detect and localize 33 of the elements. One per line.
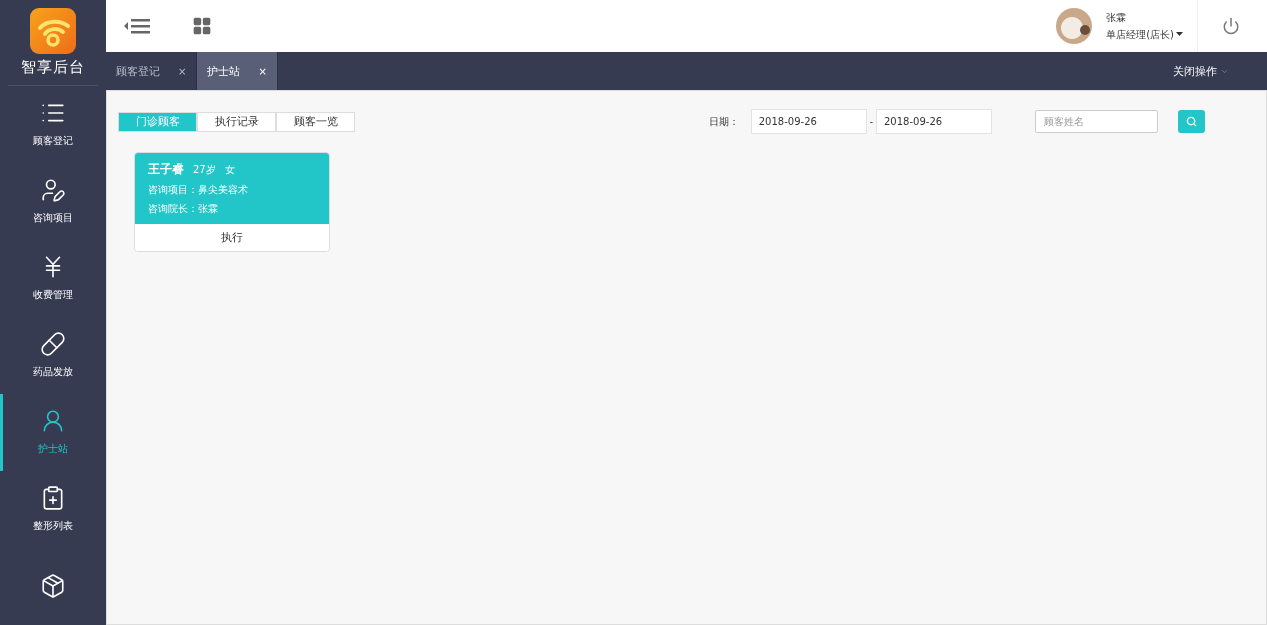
tab-label: 护士站 (207, 63, 241, 79)
avatar[interactable] (1056, 8, 1093, 44)
close-tab-button[interactable]: × (258, 65, 267, 77)
logo-icon (30, 7, 76, 54)
customer-age: 27岁 (193, 163, 216, 177)
close-tab-button[interactable]: × (178, 65, 187, 77)
date-separator: - (869, 116, 873, 127)
tab-label: 顾客登记 (116, 63, 160, 79)
sidebar-item[interactable]: 药品发放 (0, 316, 106, 394)
card-detail: 咨询院长：张霖 (148, 202, 219, 216)
card-detail: 咨询项目：鼻尖美容术 (148, 183, 249, 197)
app-title: 智享后台 (21, 57, 85, 77)
menu-collapse-icon[interactable] (124, 16, 152, 36)
sidebar-item[interactable]: 整形列表 (0, 470, 106, 548)
search-icon (1186, 116, 1197, 127)
grid-icon[interactable] (192, 16, 212, 36)
sub-tab[interactable]: 顾客一览 (276, 111, 355, 132)
page-tab[interactable]: 护士站 × (197, 52, 278, 90)
power-icon[interactable] (1222, 17, 1240, 35)
sidebar-item[interactable]: 顾客登记 (0, 85, 106, 163)
date-from-field[interactable]: 2018-09-26 (750, 109, 867, 134)
user-name: 张霖 (1106, 10, 1128, 25)
sub-tab[interactable]: 执行记录 (197, 111, 276, 132)
caret-icon (1176, 32, 1183, 37)
date-to-field[interactable]: 2018-09-26 (876, 109, 992, 134)
customer-name: 王子睿 (148, 161, 184, 178)
sidebar-item[interactable]: 收费管理 (0, 239, 106, 317)
user-role-dropdown[interactable]: 单店经理(店长) (1106, 27, 1183, 42)
customer-gender: 女 (224, 163, 235, 177)
close-ops-menu[interactable]: 关闭操作 (1173, 52, 1267, 90)
sidebar-item[interactable]: 咨询项目 (0, 162, 106, 240)
date-label: 日期： (708, 114, 739, 129)
name-search-field[interactable]: 顾客姓名 (1035, 110, 1158, 133)
